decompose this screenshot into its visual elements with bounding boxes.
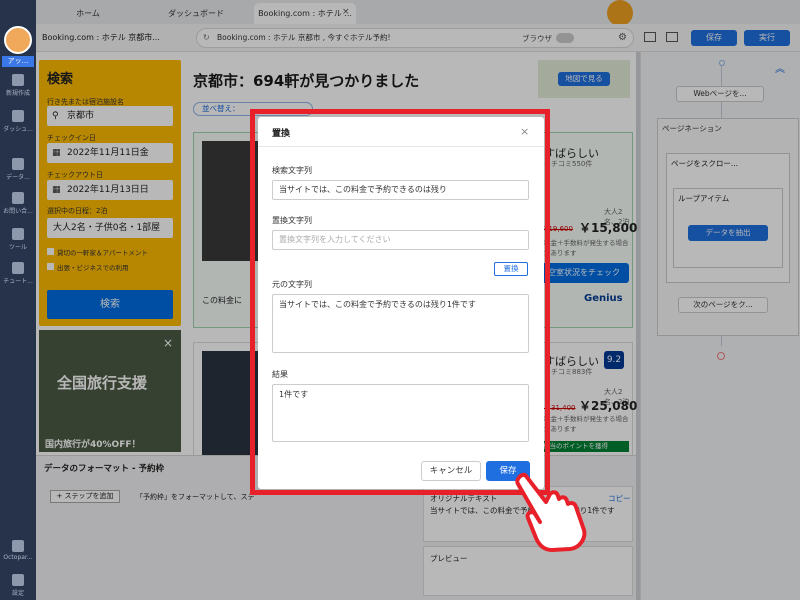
result-label: 結果 bbox=[272, 370, 288, 379]
briefcase-icon bbox=[12, 228, 24, 240]
search-string-label: 検索文字列 bbox=[272, 166, 312, 175]
replace-string-input[interactable]: 置換文字列を入力してください bbox=[272, 230, 529, 250]
sidebar-item-tutorial[interactable]: チュート... bbox=[0, 262, 36, 285]
sidebar-item-settings[interactable]: 設定 bbox=[0, 574, 36, 597]
replace-button[interactable]: 置換 bbox=[494, 262, 528, 276]
flag-icon bbox=[12, 110, 24, 122]
original-string-textarea[interactable]: 当サイトでは、この料金で予約できるのは残り1件です bbox=[272, 294, 529, 353]
replace-string-label: 置換文字列 bbox=[272, 216, 312, 225]
info-icon bbox=[12, 540, 24, 552]
sidebar-item-new[interactable]: 新規作成 bbox=[0, 74, 36, 97]
sidebar-item-data[interactable]: データ... bbox=[0, 158, 36, 181]
graduation-icon bbox=[12, 262, 24, 274]
app-sidebar: アッ... 新規作成 ダッシュ... データ... お問い合... ツール チュ… bbox=[0, 0, 36, 600]
user-avatar[interactable] bbox=[4, 26, 32, 54]
dialog-title: 置換 bbox=[272, 129, 291, 139]
account-tag[interactable]: アッ... bbox=[2, 56, 34, 67]
headset-icon bbox=[12, 192, 24, 204]
pointer-hand-icon bbox=[515, 472, 587, 552]
sidebar-item-tools[interactable]: ツール bbox=[0, 228, 36, 251]
cancel-button[interactable]: キャンセル bbox=[421, 461, 481, 481]
gear-icon bbox=[12, 574, 24, 586]
sidebar-item-octoparse[interactable]: Octopar... bbox=[0, 540, 36, 561]
diamond-icon bbox=[12, 158, 24, 170]
search-string-input[interactable]: 当サイトでは、この料金で予約できるのは残り bbox=[272, 180, 529, 200]
sidebar-item-contact[interactable]: お問い合... bbox=[0, 192, 36, 215]
divider bbox=[258, 146, 544, 147]
replace-dialog: 置換 × 検索文字列 当サイトでは、この料金で予約できるのは残り 置換文字列 置… bbox=[258, 117, 544, 489]
original-string-label: 元の文字列 bbox=[272, 280, 312, 289]
close-icon[interactable]: × bbox=[520, 125, 529, 138]
sidebar-item-dashboard[interactable]: ダッシュ... bbox=[0, 110, 36, 133]
plus-icon bbox=[12, 74, 24, 86]
result-textarea[interactable]: 1件です bbox=[272, 384, 529, 442]
